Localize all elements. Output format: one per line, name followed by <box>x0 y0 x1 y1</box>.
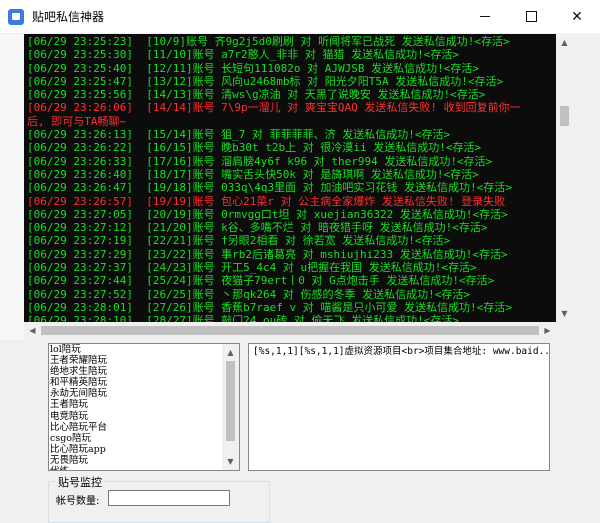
list-item[interactable]: 无畏陪玩 <box>50 455 107 466</box>
list-vertical-scrollbar[interactable]: ▲ ▼ <box>222 344 239 470</box>
keyword-list[interactable]: lol陪玩 王者荣耀陪玩 绝地求生陪玩 和平精英陪玩 永劫无间陪玩 王者陪玩 电竞陪玩 比心陪… <box>48 343 240 471</box>
scroll-right-arrow-icon[interactable]: ▶ <box>539 322 556 339</box>
list-scroll-up-icon[interactable]: ▲ <box>222 344 239 361</box>
list-item[interactable]: 王者荣耀陪玩 <box>50 355 107 366</box>
log-line-success: [06/29 23:28:10] [28/27]账号 敲门24_ou砖 对 偷天… <box>27 314 460 322</box>
list-item[interactable]: 代练 <box>50 466 107 470</box>
log-line-success: [06/29 23:26:22] [16/15]账号 晚b30t t2b上 对 … <box>27 141 482 155</box>
message-template-text: [%s,1,1][%s,1,1]虚拟资源项目<br>项目集合地址: www.ba… <box>253 346 550 357</box>
log-lines: [06/29 23:25:23] [10/9]账号 齐9g2j5d0刷刷 对 听… <box>27 35 553 322</box>
log-line-success: [06/29 23:27:52] [26/25]账号 丶那qk264 对 伤感的… <box>27 287 471 301</box>
log-line-success: [06/29 23:27:37] [24/23]账号 开工5_4c4 对 u把握… <box>27 261 477 275</box>
scroll-down-arrow-icon[interactable]: ▼ <box>556 305 573 322</box>
scroll-left-arrow-icon[interactable]: ◀ <box>24 322 41 339</box>
list-scroll-thumb[interactable] <box>226 361 235 441</box>
log-line-fail: [06/29 23:26:06] [14/14]账号 7\9p一溜儿 对 爽宝宝… <box>27 101 521 115</box>
log-line-success: [06/29 23:27:12] [21/20]账号 k谷、多嘴不烂 对 暗夜猎… <box>27 221 488 235</box>
left-margin <box>0 34 24 340</box>
list-item[interactable]: 绝地求生陪玩 <box>50 366 107 377</box>
title-bar: 贴吧私信神器 ✕ <box>0 0 600 33</box>
log-line-success: [06/29 23:28:01] [27/26]账号 香蕉b7raef v 对 … <box>27 300 512 314</box>
log-line-success: [06/29 23:27:05] [20/19]账号 0rmvgg口t坦 对 x… <box>27 207 508 221</box>
log-line-success: [06/29 23:25:23] [10/9]账号 齐9g2j5d0刷刷 对 听… <box>27 35 510 48</box>
log-line-success: [06/29 23:25:40] [12/11]账号 长短句111082o 对 … <box>27 61 480 75</box>
log-line-success: [06/29 23:27:19] [22/21]账号 †另眼2相看 对 徐若宽 … <box>27 234 451 248</box>
message-template-box[interactable]: [%s,1,1][%s,1,1]虚拟资源项目<br>项目集合地址: www.ba… <box>248 343 550 471</box>
account-monitor-title: 贴号监控 <box>56 474 104 490</box>
list-item[interactable]: 和平精英陪玩 <box>50 377 107 388</box>
window-title: 贴吧私信神器 <box>32 10 105 24</box>
log-console[interactable]: [06/29 23:25:23] [10/9]账号 齐9g2j5d0刷刷 对 听… <box>24 34 556 322</box>
list-item[interactable]: 比心陪玩平台 <box>50 422 107 433</box>
list-item[interactable]: lol陪玩 <box>50 344 107 355</box>
scroll-up-arrow-icon[interactable]: ▲ <box>556 34 573 51</box>
app-icon <box>8 9 24 25</box>
close-button[interactable]: ✕ <box>554 0 600 33</box>
log-line-success: [06/29 23:25:30] [11/10]账号 a7r2憨人_非非 对 猫… <box>27 48 460 62</box>
minimize-icon <box>480 16 490 17</box>
minimize-button[interactable] <box>462 0 508 33</box>
log-line-success: [06/29 23:26:33] [17/16]账号 溜肩膀4y6f k96 对… <box>27 154 493 168</box>
log-line-success: [06/29 23:25:47] [13/12]账号 风向u2468mb标 对 … <box>27 74 504 88</box>
list-scroll-down-icon[interactable]: ▼ <box>222 453 239 470</box>
maximize-button[interactable] <box>508 0 554 33</box>
log-line-success: [06/29 23:25:56] [14/13]账号 清ws\g凉油 对 天黑了… <box>27 88 486 102</box>
console-horizontal-scrollbar[interactable]: ◀ ▶ <box>24 322 573 339</box>
horizontal-scroll-thumb[interactable] <box>41 326 539 335</box>
keyword-list-items: lol陪玩 王者荣耀陪玩 绝地求生陪玩 和平精英陪玩 永劫无间陪玩 王者陪玩 电竞陪玩 比心陪… <box>50 344 107 470</box>
console-vertical-scrollbar[interactable]: ▲ ▼ <box>556 34 573 322</box>
log-line-fail: [06/29 23:26:57] [19/19]账号 包心21菜r 对 公主病全… <box>27 194 506 208</box>
log-line-success: [06/29 23:26:13] [15/14]账号 狙_7 对 菲菲菲菲、济 … <box>27 128 451 142</box>
list-item[interactable]: 永劫无间陪玩 <box>50 388 107 399</box>
log-line-success: [06/29 23:27:44] [25/24]账号 夜猫子79ert丨0 对 … <box>27 274 495 288</box>
log-line-fail: 后, 即可与TA畅聊~ <box>27 114 127 128</box>
list-item[interactable]: 王者陪玩 <box>50 399 107 410</box>
log-line-success: [06/29 23:26:40] [18/17]账号 嘴实舌头快50k 对 是旖… <box>27 167 479 181</box>
list-item[interactable]: 电竞陪玩 <box>50 411 107 422</box>
list-item[interactable]: csgo陪玩 <box>50 433 107 444</box>
scroll-thumb[interactable] <box>560 106 569 126</box>
maximize-icon <box>525 11 537 22</box>
list-item[interactable]: 比心陪玩app <box>50 444 107 455</box>
account-count-field[interactable] <box>108 490 230 506</box>
log-line-success: [06/29 23:27:29] [23/22]账号 事rb2后诸葛亮 对 ms… <box>27 247 508 261</box>
log-line-success: [06/29 23:26:47] [19/18]账号 033q\4q3里面 对 … <box>27 181 512 195</box>
